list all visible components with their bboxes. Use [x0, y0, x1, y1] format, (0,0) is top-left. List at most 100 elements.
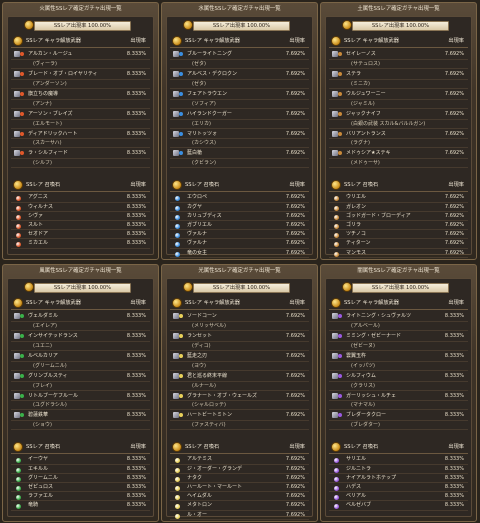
weapon-name: リトルブーケフルール [28, 392, 79, 399]
weapon-row: グリンブルスティ 8.333% [11, 371, 150, 382]
summon-rate: 7.692% [285, 231, 305, 238]
element-orb-icon [338, 91, 342, 96]
element-orb-icon [338, 393, 342, 398]
weapon-row: ブレダータクロー 8.333% [329, 410, 468, 422]
summon-row: ヘイムダル 7.692% [170, 492, 309, 502]
panel-title: 火属性SSレア確定ガチャ出現一覧 [39, 6, 122, 12]
character-name: (メドゥーサ) [351, 160, 380, 167]
summon-stone-icon [16, 223, 21, 229]
panel-title: 光属性SSレア確定ガチャ出現一覧 [198, 268, 281, 274]
summon-name: エキルル [28, 465, 49, 472]
character-row: (カシウス) [170, 139, 309, 149]
element-orb-icon [338, 71, 342, 76]
summon-rate: 8.333% [444, 456, 464, 463]
ss-rate-text: SSレア出現率 100.00% [371, 285, 430, 291]
weapon-rate: 7.692% [285, 90, 305, 97]
summon-stone-icon [16, 485, 21, 491]
weapon-name: インサイテッドランス [28, 332, 78, 339]
weapon-rate: 7.692% [285, 51, 305, 57]
gacha-panel: 土属性SSレア確定ガチャ出現一覧 SSレア出現率 100.00% SSレア キャラ解… [320, 2, 477, 260]
summon-name: セオドア [28, 231, 49, 238]
character-name: (クビラン) [192, 160, 216, 167]
character-name: (ソフィア) [192, 100, 216, 107]
summon-rate: 7.692% [285, 456, 305, 463]
summon-rate: 8.333% [126, 221, 146, 228]
summon-stone-icon [334, 458, 339, 464]
summon-name: ヴァルナ [187, 240, 208, 247]
summon-row: サリエル 8.333% [329, 455, 468, 465]
weapon-rate: 7.692% [285, 352, 305, 359]
summon-name: サリエル [346, 456, 367, 463]
character-name: (ヨウ) [192, 362, 206, 369]
weapon-name: ディアドリックハート [28, 130, 78, 137]
summon-rate: 7.692% [285, 212, 305, 219]
summon-stone-icon [334, 233, 339, 239]
gold-coin-icon [172, 180, 182, 191]
gold-coin-icon [172, 298, 182, 308]
weapon-rate: 7.692% [444, 90, 464, 97]
summon-rate: 7.692% [285, 502, 305, 509]
character-name: (ユグドラシル) [33, 402, 67, 409]
gacha-rate-grid: 火属性SSレア確定ガチャ出現一覧 SSレア出現率 100.00% SSレア キャラ解… [0, 0, 480, 523]
summon-section-title: SSレア 召喚石 [344, 444, 379, 451]
character-row: (ブレダター) [329, 421, 468, 431]
summon-name: マンモス [346, 249, 367, 256]
weapon-name: ウルジュワーニー [346, 90, 386, 97]
panel-body: SSレア出現率 100.00% SSレア キャラ解放武器 出現率 ライトニング・シュヴ… [325, 278, 472, 517]
character-name: (マナマル) [351, 402, 375, 409]
summon-name: ヴァルナ [187, 231, 208, 238]
summon-row: ハデス 8.333% [329, 483, 468, 493]
summon-stone-icon [334, 242, 339, 248]
character-row: (サテュロス) [329, 60, 468, 69]
panel-title: 風属性SSレア確定ガチャ出現一覧 [39, 268, 122, 274]
weapon-list: ブルーライトニング 7.692% (ゼタ) アルベス・デクロクン 7.692% (ゼタ) フ… [170, 49, 309, 169]
weapon-section-title: SSレア キャラ解放武器 [344, 300, 399, 306]
weapon-rate: 7.692% [444, 130, 464, 137]
weapon-rate: 8.333% [444, 352, 464, 359]
summon-rate: 7.692% [285, 203, 305, 210]
summon-row: カリュブディス 7.692% [170, 212, 309, 221]
weapon-name: シルフィウム [346, 372, 376, 379]
weapon-row: ブレード・オブ・ロイヤリティ 8.333% [11, 69, 150, 80]
gacha-panel: 闇属性SSレア確定ガチャ出現一覧 SSレア出現率 100.00% SSレア キャラ解… [320, 264, 477, 522]
element-orb-icon [179, 151, 183, 156]
divider [170, 47, 309, 48]
weapon-name: グラナート・オブ・ウェールズ [187, 392, 258, 399]
weapon-row: マリトッツォ 7.692% [170, 129, 309, 140]
character-row: (ジャミル) [329, 100, 468, 109]
summon-stone-icon [16, 504, 21, 510]
summon-rate: 7.692% [444, 240, 464, 247]
summon-row: ウィルナス 8.333% [11, 203, 150, 212]
weapon-row: アーソン・ブレイズ 8.333% [11, 109, 150, 120]
summon-rate: 8.333% [444, 465, 464, 472]
summon-name: ゼピュロス [28, 483, 54, 490]
summon-row: ゼピュロス 8.333% [11, 483, 150, 493]
element-orb-icon [338, 413, 342, 418]
summon-rate: 8.333% [444, 474, 464, 481]
element-orb-icon [20, 111, 24, 116]
summon-name: シヴァ [28, 212, 44, 219]
gacha-panel: 水属性SSレア確定ガチャ出現一覧 SSレア出現率 100.00% SSレア キャラ解… [161, 2, 318, 260]
element-orb-icon [338, 333, 342, 338]
element-orb-icon [338, 131, 342, 136]
summon-stone-icon [175, 485, 180, 491]
weapon-name: 雲翼玉杵 [346, 352, 367, 359]
weapon-name: 旗立ちの魔導 [28, 90, 59, 97]
character-name: (エリカ) [192, 120, 211, 127]
weapon-row: グラナート・オブ・ウェールズ 7.692% [170, 391, 309, 402]
weapon-row: リトルブーケフルール 8.333% [11, 391, 150, 402]
summon-stone-icon [334, 504, 339, 510]
summon-name: ウィルナス [28, 203, 54, 210]
panel-title: 土属性SSレア確定ガチャ出現一覧 [357, 6, 440, 12]
weapon-rate: 7.692% [444, 110, 464, 117]
summon-stone-icon [334, 214, 339, 220]
element-orb-icon [20, 413, 24, 418]
weapon-rate: 8.333% [126, 150, 146, 157]
gold-coin-icon [13, 180, 23, 191]
weapon-rate: 8.333% [126, 51, 146, 57]
summon-row: ガブリエル 7.692% [170, 221, 309, 231]
character-row: (ディコ) [170, 342, 309, 351]
character-name: (ユエニ) [33, 342, 52, 349]
divider [329, 453, 468, 455]
summon-row: カグヤ 7.692% [170, 203, 309, 212]
